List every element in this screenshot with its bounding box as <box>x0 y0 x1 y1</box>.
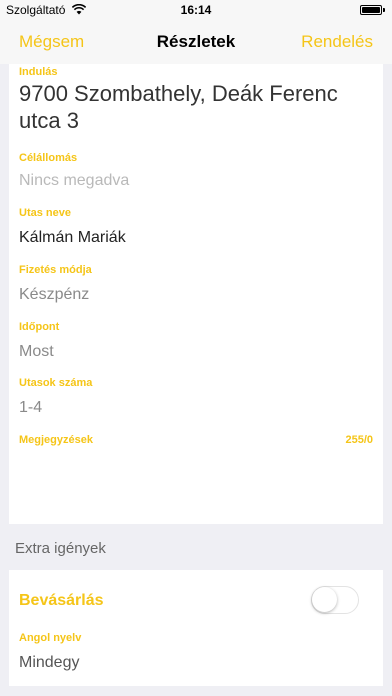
notes-character-counter: 255/0 <box>345 434 373 446</box>
extras-section-title: Extra igények <box>15 540 106 557</box>
passenger-count-field[interactable]: Utasok száma 1-4 <box>19 377 373 421</box>
order-button[interactable]: Rendelés <box>301 32 373 52</box>
shopping-toggle[interactable] <box>311 586 359 614</box>
destination-label: Célállomás <box>19 152 78 164</box>
navigation-bar: Mégsem Részletek Rendelés <box>0 20 392 64</box>
destination-field[interactable]: Célállomás Nincs megadva <box>19 152 373 196</box>
passenger-name-label: Utas neve <box>19 207 71 219</box>
passenger-name-value: Kálmán Mariák <box>19 229 126 246</box>
origin-value: 9700 Szombathely, Deák Ferenc utca 3 <box>19 81 338 133</box>
extras-card: Bevásárlás Angol nyelv Mindegy <box>9 570 383 686</box>
toggle-knob <box>312 587 337 612</box>
notes-label: Megjegyzések <box>19 434 93 446</box>
payment-method-value: Készpénz <box>19 286 90 303</box>
payment-method-label: Fizetés módja <box>19 264 92 276</box>
time-field[interactable]: Időpont Most <box>19 321 373 365</box>
time-label: Időpont <box>19 321 60 333</box>
english-language-value: Mindegy <box>19 654 80 671</box>
status-bar: Szolgáltató 16:14 <box>0 0 392 20</box>
origin-label: Indulás <box>19 66 58 78</box>
notes-field[interactable]: Megjegyzések 255/0 <box>19 434 373 520</box>
origin-field[interactable]: Indulás 9700 Szombathely, Deák Ferenc ut… <box>19 66 373 134</box>
status-time: 16:14 <box>180 3 212 17</box>
destination-placeholder: Nincs megadva <box>19 172 130 189</box>
time-value: Most <box>19 343 54 360</box>
passenger-count-label: Utasok száma <box>19 377 93 389</box>
passenger-count-value: 1-4 <box>19 399 43 416</box>
details-form: Indulás 9700 Szombathely, Deák Ferenc ut… <box>9 64 383 524</box>
payment-method-field[interactable]: Fizetés módja Készpénz <box>19 264 373 308</box>
passenger-name-field[interactable]: Utas neve Kálmán Mariák <box>19 207 373 251</box>
battery-icon <box>360 5 385 15</box>
shopping-label: Bevásárlás <box>19 592 104 609</box>
english-language-label: Angol nyelv <box>19 632 82 644</box>
